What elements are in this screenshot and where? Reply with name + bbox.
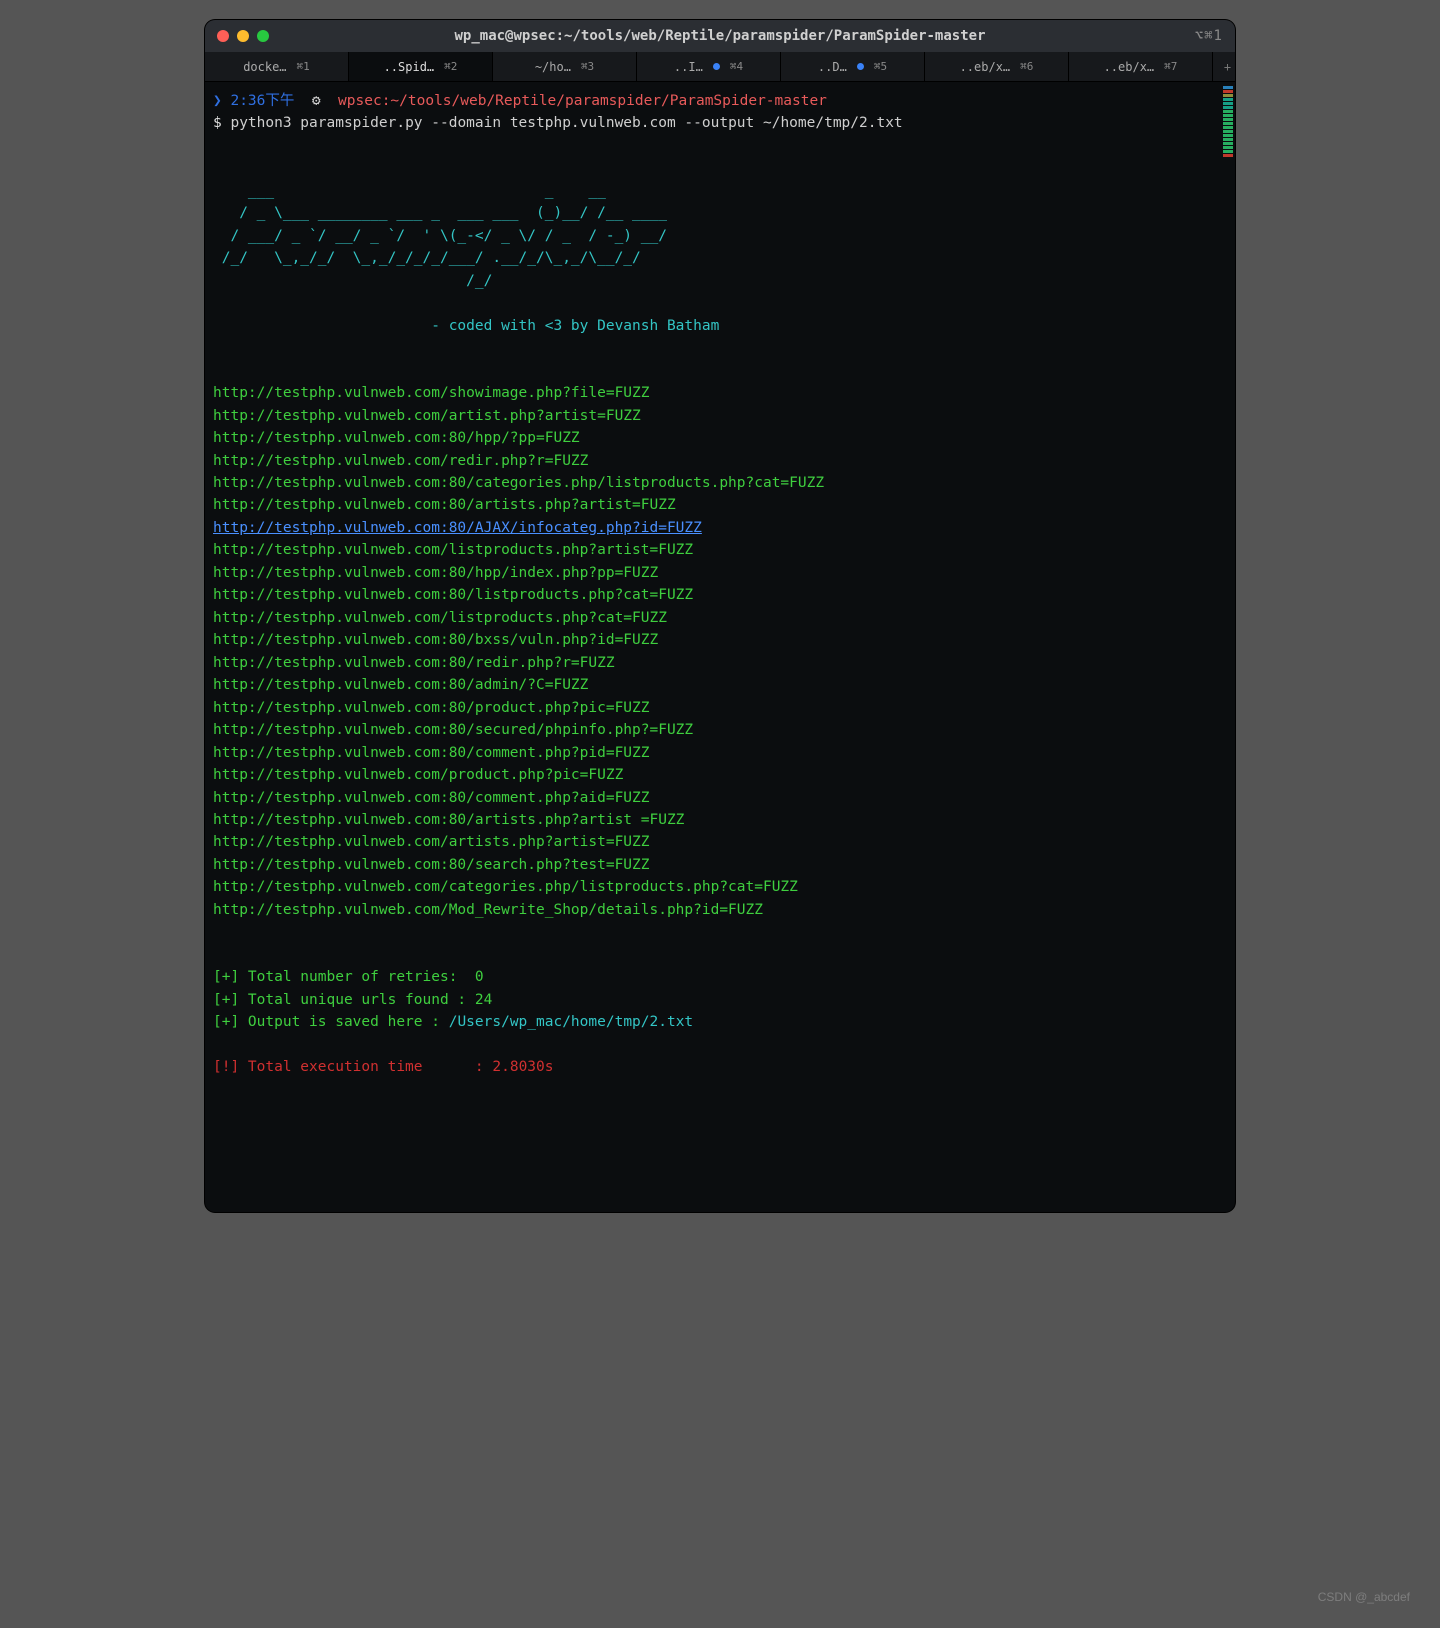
- url-line: http://testphp.vulnweb.com/Mod_Rewrite_S…: [213, 902, 763, 918]
- tab-label: ..D…: [818, 60, 847, 74]
- unsaved-dot-icon: [857, 63, 864, 70]
- terminal-body[interactable]: ❯ 2:36下午 ⚙ wpsec:~/tools/web/Reptile/par…: [205, 82, 1235, 1212]
- tab-label: ..Spid…: [384, 60, 435, 74]
- url-line: http://testphp.vulnweb.com:80/artists.ph…: [213, 497, 676, 513]
- traffic-lights: [217, 30, 269, 42]
- tab-shortcut: ⌘3: [581, 60, 594, 73]
- tab-label: ..eb/x…: [960, 60, 1011, 74]
- url-line: http://testphp.vulnweb.com:80/comment.ph…: [213, 790, 650, 806]
- zoom-icon[interactable]: [257, 30, 269, 42]
- new-tab-button[interactable]: +: [1213, 52, 1235, 81]
- prompt-glyph: ⚙: [294, 93, 338, 109]
- tab-shortcut: ⌘6: [1020, 60, 1033, 73]
- url-line: http://testphp.vulnweb.com:80/admin/?C=F…: [213, 677, 588, 693]
- prompt-symbol: $: [213, 115, 222, 131]
- prompt-time: 2:36下午: [230, 93, 294, 109]
- tab-label: ..eb/x…: [1104, 60, 1155, 74]
- tab[interactable]: ..eb/x… ⌘7: [1069, 52, 1213, 81]
- tab-shortcut: ⌘7: [1164, 60, 1177, 73]
- tab[interactable]: ..D… ⌘5: [781, 52, 925, 81]
- watermark: CSDN @_abcdef: [1318, 1590, 1410, 1604]
- url-line: http://testphp.vulnweb.com/showimage.php…: [213, 385, 650, 401]
- tab-bar: docke… ⌘1 ..Spid… ⌘2 ~/ho… ⌘3 ..I… ⌘4 ..D… ⌘5 ..eb…: [205, 52, 1235, 82]
- url-line[interactable]: http://testphp.vulnweb.com:80/AJAX/infoc…: [213, 520, 702, 536]
- terminal-window: wp_mac@wpsec:~/tools/web/Reptile/paramsp…: [205, 20, 1235, 1212]
- window-title: wp_mac@wpsec:~/tools/web/Reptile/paramsp…: [205, 28, 1235, 44]
- url-line: http://testphp.vulnweb.com:80/hpp/index.…: [213, 565, 658, 581]
- titlebar: wp_mac@wpsec:~/tools/web/Reptile/paramsp…: [205, 20, 1235, 52]
- summary-retries: [+] Total number of retries: 0: [213, 969, 484, 985]
- url-line: http://testphp.vulnweb.com:80/product.ph…: [213, 700, 650, 716]
- close-icon[interactable]: [217, 30, 229, 42]
- tab[interactable]: ..eb/x… ⌘6: [925, 52, 1069, 81]
- minimize-icon[interactable]: [237, 30, 249, 42]
- url-line: http://testphp.vulnweb.com/redir.php?r=F…: [213, 453, 588, 469]
- command-text: python3 paramspider.py --domain testphp.…: [230, 115, 902, 131]
- tab-shortcut: ⌘4: [730, 60, 743, 73]
- summary-urls: [+] Total unique urls found : 24: [213, 992, 492, 1008]
- url-line: http://testphp.vulnweb.com:80/categories…: [213, 475, 824, 491]
- url-line: http://testphp.vulnweb.com:80/redir.php?…: [213, 655, 615, 671]
- tab[interactable]: ~/ho… ⌘3: [493, 52, 637, 81]
- tab-shortcut: ⌘5: [874, 60, 887, 73]
- url-line: http://testphp.vulnweb.com/listproducts.…: [213, 542, 693, 558]
- url-list: http://testphp.vulnweb.com/showimage.php…: [213, 385, 824, 918]
- minimap: [1223, 82, 1233, 1212]
- ascii-credit: - coded with <3 by Devansh Batham: [213, 318, 719, 334]
- tab[interactable]: ..I… ⌘4: [637, 52, 781, 81]
- url-line: http://testphp.vulnweb.com:80/bxss/vuln.…: [213, 632, 658, 648]
- prompt-arrow: ❯: [213, 93, 230, 109]
- url-line: http://testphp.vulnweb.com/artists.php?a…: [213, 834, 650, 850]
- url-line: http://testphp.vulnweb.com:80/hpp/?pp=FU…: [213, 430, 580, 446]
- tab-shortcut: ⌘2: [444, 60, 457, 73]
- ascii-banner: ___ _ __ / _ \___ ________ ___ _ ___ ___…: [213, 183, 676, 289]
- url-line: http://testphp.vulnweb.com/categories.ph…: [213, 879, 798, 895]
- tab[interactable]: ..Spid… ⌘2: [349, 52, 493, 81]
- url-line: http://testphp.vulnweb.com/listproducts.…: [213, 610, 667, 626]
- titlebar-shortcut: ⌥⌘1: [1195, 28, 1223, 44]
- tab-shortcut: ⌘1: [297, 60, 310, 73]
- tab-label: docke…: [243, 60, 286, 74]
- url-line: http://testphp.vulnweb.com:80/secured/ph…: [213, 722, 693, 738]
- summary-output: [+] Output is saved here : /Users/wp_mac…: [213, 1014, 693, 1030]
- url-line: http://testphp.vulnweb.com:80/comment.ph…: [213, 745, 650, 761]
- tab[interactable]: docke… ⌘1: [205, 52, 349, 81]
- summary-exectime: [!] Total execution time : 2.8030s: [213, 1059, 553, 1075]
- url-line: http://testphp.vulnweb.com:80/artists.ph…: [213, 812, 684, 828]
- prompt-path: wpsec:~/tools/web/Reptile/paramspider/Pa…: [338, 93, 827, 109]
- unsaved-dot-icon: [713, 63, 720, 70]
- url-line: http://testphp.vulnweb.com/artist.php?ar…: [213, 408, 641, 424]
- url-line: http://testphp.vulnweb.com/product.php?p…: [213, 767, 623, 783]
- tab-label: ~/ho…: [535, 60, 571, 74]
- url-line: http://testphp.vulnweb.com:80/listproduc…: [213, 587, 693, 603]
- tab-label: ..I…: [674, 60, 703, 74]
- url-line: http://testphp.vulnweb.com:80/search.php…: [213, 857, 650, 873]
